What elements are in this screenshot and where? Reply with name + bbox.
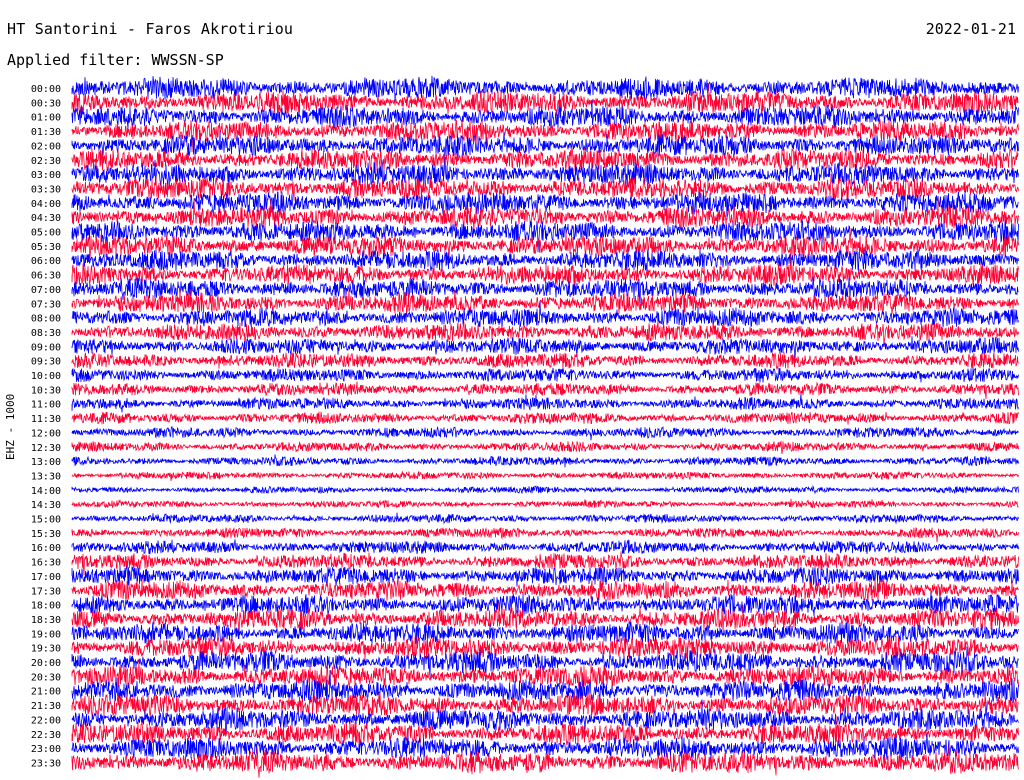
tick-label-2030: 20:30 [31,672,61,683]
tick-label-1830: 18:30 [31,615,61,626]
tick-label-1100: 11:00 [31,400,61,411]
trace-1700 [71,566,1019,587]
tick-label-2300: 23:00 [31,744,61,755]
trace-0930 [71,352,1019,370]
trace-1130 [71,411,1019,425]
trace-0600 [71,248,1019,272]
tick-label-0030: 00:30 [31,98,61,109]
trace-1430 [71,498,1019,509]
trace-1500 [71,512,1019,525]
tick-label-1430: 14:30 [31,500,61,511]
trace-1530 [71,526,1019,543]
tick-label-1500: 15:00 [31,515,61,526]
tick-label-1130: 11:30 [31,414,61,425]
tick-label-0530: 05:30 [31,242,61,253]
tick-label-2330: 23:30 [31,758,61,769]
tick-label-0630: 06:30 [31,271,61,282]
tick-label-0730: 07:30 [31,299,61,310]
tick-label-0130: 01:30 [31,127,61,138]
tick-label-1230: 12:30 [31,443,61,454]
tick-label-0300: 03:00 [31,170,61,181]
tick-label-0000: 00:00 [31,84,61,95]
tick-label-1030: 10:30 [31,385,61,396]
tick-label-0600: 06:00 [31,256,61,267]
tick-label-1900: 19:00 [31,629,61,640]
tick-label-1330: 13:30 [31,471,61,482]
tick-label-1930: 19:30 [31,644,61,655]
trace-1300 [71,454,1019,468]
tick-label-0700: 07:00 [31,285,61,296]
tick-label-0930: 09:30 [31,357,61,368]
tick-label-0430: 04:30 [31,213,61,224]
time-tick-labels: 00:00 00:30 01:00 01:30 02:00 02:30 03:00 03:30… [31,84,61,769]
trace-0900 [71,336,1019,361]
tick-label-1800: 18:00 [31,601,61,612]
tick-label-0230: 02:30 [31,156,61,167]
tick-label-1700: 17:00 [31,572,61,583]
tick-label-2200: 22:00 [31,715,61,726]
tick-label-0400: 04:00 [31,199,61,210]
trace-1330 [71,470,1019,482]
tick-label-1000: 10:00 [31,371,61,382]
trace-1600 [71,539,1019,555]
tick-label-1400: 14:00 [31,486,61,497]
tick-label-1730: 17:30 [31,586,61,597]
tick-label-1530: 15:30 [31,529,61,540]
seismogram-traces [71,75,1019,778]
trace-1200 [71,425,1019,441]
trace-1230 [71,440,1019,454]
tick-label-2130: 21:30 [31,701,61,712]
trace-1030 [71,381,1019,400]
tick-label-1600: 16:00 [31,543,61,554]
tick-label-2000: 20:00 [31,658,61,669]
tick-label-1630: 16:30 [31,558,61,569]
tick-label-1200: 12:00 [31,428,61,439]
tick-label-0100: 01:00 [31,113,61,124]
tick-label-0200: 02:00 [31,141,61,152]
tick-label-1300: 13:00 [31,457,61,468]
trace-1000 [71,367,1019,383]
tick-label-0500: 05:00 [31,228,61,239]
tick-label-0800: 08:00 [31,314,61,325]
tick-label-0900: 09:00 [31,342,61,353]
tick-label-2230: 22:30 [31,730,61,741]
seismogram-plot: 00:00 00:30 01:00 01:30 02:00 02:30 03:00 03:30… [31,75,1019,778]
trace-1400 [71,485,1019,495]
trace-1730 [71,577,1019,601]
tick-label-0330: 03:30 [31,184,61,195]
tick-label-0830: 08:30 [31,328,61,339]
trace-1100 [71,393,1019,413]
tick-label-2100: 21:00 [31,687,61,698]
